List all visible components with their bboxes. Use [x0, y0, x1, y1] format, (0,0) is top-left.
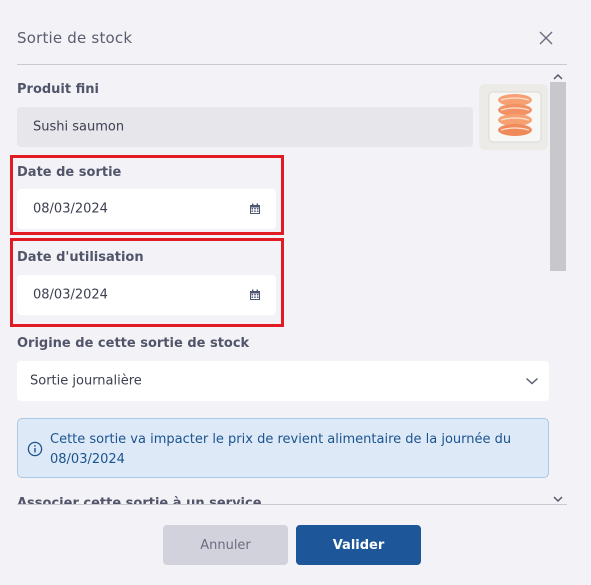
product-value: Sushi saumon [33, 119, 125, 135]
footer-divider [17, 504, 567, 505]
origin-label: Origine de cette sortie de stock [17, 336, 250, 351]
info-icon [27, 441, 43, 457]
calendar-icon[interactable] [249, 203, 261, 215]
calendar-icon[interactable] [249, 289, 261, 301]
product-label: Produit fini [17, 82, 99, 97]
validate-button[interactable]: Valider [296, 525, 421, 565]
chevron-down-icon[interactable] [525, 374, 539, 388]
modal-body[interactable]: Produit fini Sushi saumon Date de sortie… [0, 65, 567, 504]
scroll-up-icon[interactable] [553, 67, 563, 80]
info-text-line1: Cette sortie va impacter le prix de revi… [50, 432, 512, 447]
service-label: Associer cette sortie à un service [17, 496, 262, 504]
info-banner: Cette sortie va impacter le prix de revi… [17, 418, 549, 478]
cancel-button[interactable]: Annuler [163, 525, 288, 565]
exit-date-input[interactable]: 08/03/2024 [17, 189, 276, 229]
modal-title: Sortie de stock [17, 29, 133, 47]
exit-date-label: Date de sortie [17, 165, 122, 180]
product-field: Sushi saumon [17, 107, 473, 147]
exit-date-value: 08/03/2024 [33, 201, 108, 217]
product-thumbnail [479, 84, 548, 150]
use-date-label: Date d'utilisation [17, 250, 144, 265]
scroll-thumb[interactable] [550, 82, 566, 271]
use-date-input[interactable]: 08/03/2024 [17, 275, 276, 315]
scroll-down-icon[interactable] [553, 489, 563, 503]
origin-value: Sortie journalière [30, 373, 142, 389]
scrollbar[interactable] [549, 65, 567, 504]
info-text-line2: 08/03/2024 [50, 452, 125, 467]
modal-header: Sortie de stock [0, 0, 591, 64]
origin-select[interactable]: Sortie journalière [17, 361, 549, 401]
use-date-value: 08/03/2024 [33, 287, 108, 303]
info-text: Cette sortie va impacter le prix de revi… [50, 430, 540, 470]
close-icon[interactable] [536, 28, 556, 48]
